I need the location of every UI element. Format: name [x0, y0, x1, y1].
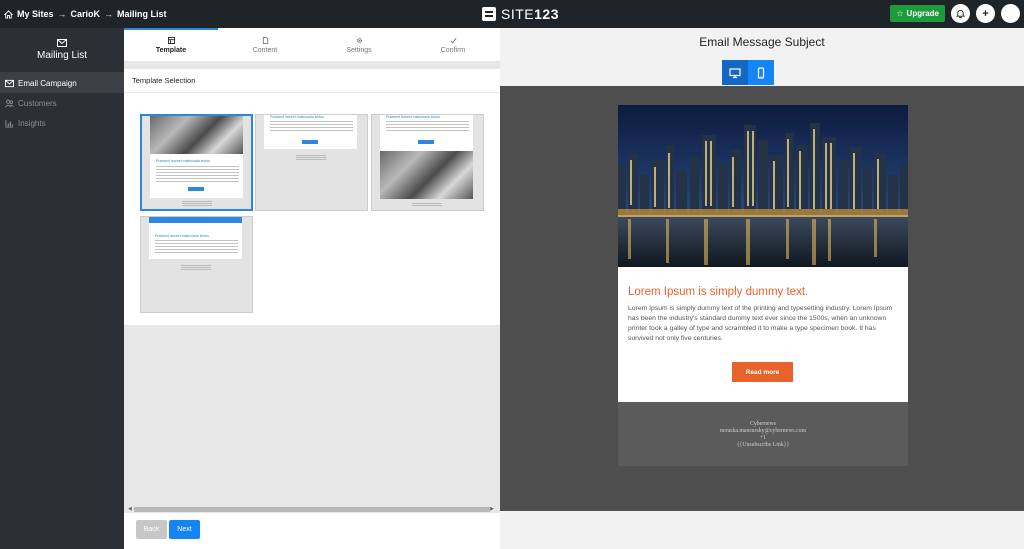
sidebar-item-label: Email Campaign — [18, 78, 77, 88]
scroll-left-icon[interactable]: ◀ — [128, 506, 132, 512]
unsubscribe-link[interactable]: {{Unsubscribe Link}} — [618, 442, 908, 449]
site123-logo: SITE 123 — [482, 6, 559, 22]
users-icon — [5, 99, 14, 107]
breadcrumb-separator-icon: → — [57, 9, 67, 19]
logo-icon — [482, 7, 496, 21]
template-button — [302, 140, 318, 144]
breadcrumb-current: Mailing List — [117, 9, 167, 19]
breadcrumb-my-sites[interactable]: My Sites — [17, 9, 54, 19]
template-thumbnail-3[interactable]: Praesent laoreet malesuada lectus. — [371, 114, 484, 211]
tab-label: Confirm — [440, 47, 466, 54]
template-thumbnail-1[interactable]: Praesent laoreet malesuada lectus. — [140, 114, 253, 211]
template-button — [188, 187, 204, 191]
template-heading: Praesent laoreet malesuada lectus. — [386, 115, 441, 119]
add-button[interactable]: + — [976, 4, 995, 23]
back-button[interactable]: Back — [136, 520, 167, 539]
sidebar-item-customers[interactable]: Customers — [0, 93, 124, 113]
notifications-button[interactable] — [951, 4, 970, 23]
template-thumbnail-4[interactable]: Praesent laoreet malesuada lectus. — [140, 216, 253, 313]
template-footer — [296, 155, 326, 161]
template-footer — [412, 203, 442, 207]
sidebar-title: Mailing List — [36, 50, 88, 61]
horizontal-scrollbar[interactable]: ◀ ▶ — [128, 506, 494, 513]
city-skyline-image — [618, 105, 908, 267]
template-heading: Praesent laoreet malesuada lectus. — [270, 115, 325, 119]
envelope-icon — [5, 79, 14, 87]
logo-text: SITE — [501, 6, 535, 22]
sidebar-item-label: Insights — [18, 118, 46, 128]
read-more-button[interactable]: Read more — [732, 362, 793, 382]
home-icon[interactable] — [4, 9, 13, 19]
plus-icon: + — [982, 7, 989, 20]
template-text-lines — [155, 240, 238, 255]
template-selection-card: Template Selection Praesent laoreet male… — [124, 69, 500, 325]
footer-email[interactable]: mouska.mansursky@cybernews.com — [618, 428, 908, 435]
sidebar-item-label: Customers — [18, 98, 57, 108]
email-subject: Email Message Subject — [699, 35, 825, 49]
mobile-icon — [757, 66, 765, 79]
tab-template[interactable]: Template — [124, 28, 218, 61]
sidebar-header: Mailing List — [0, 28, 124, 73]
sidebar-item-email-campaign[interactable]: Email Campaign — [0, 73, 124, 93]
breadcrumb-separator-icon: → — [104, 9, 114, 19]
tab-settings[interactable]: Settings — [312, 28, 406, 61]
scroll-right-icon[interactable]: ▶ — [490, 506, 494, 512]
template-text-lines — [270, 121, 353, 133]
sidebar-item-insights[interactable]: Insights — [0, 113, 124, 133]
template-heading: Praesent laoreet malesuada lectus. — [155, 234, 210, 238]
grid-icon — [167, 37, 175, 44]
wizard-tabs: Template Content Settings Confirm — [124, 28, 500, 61]
template-footer — [181, 265, 211, 271]
template-image — [380, 151, 473, 199]
next-button[interactable]: Next — [169, 520, 200, 539]
bell-icon — [956, 9, 965, 18]
email-preview-area: Lorem Ipsum is simply dummy text. Lorem … — [500, 86, 1024, 511]
tab-label: Settings — [346, 47, 372, 54]
breadcrumb: My Sites → CarioK → Mailing List — [0, 9, 167, 19]
document-icon — [262, 37, 268, 44]
template-footer — [182, 201, 212, 207]
star-icon: ☆ — [896, 9, 904, 18]
upgrade-button[interactable]: ☆ Upgrade — [890, 5, 945, 22]
chart-icon — [5, 119, 14, 128]
wizard-navigation: Back Next — [124, 513, 500, 549]
desktop-icon — [729, 67, 741, 78]
template-image — [150, 116, 243, 154]
mobile-view-button[interactable] — [748, 60, 774, 85]
scrollbar-thumb[interactable] — [134, 507, 490, 512]
hero-image — [618, 105, 908, 267]
gear-icon — [356, 37, 362, 44]
email-body-text: Lorem Ipsum is simply dummy text of the … — [628, 305, 893, 342]
preview-header: Email Message Subject — [500, 28, 1024, 86]
logo-number: 123 — [534, 6, 559, 22]
template-selection-title: Template Selection — [124, 69, 500, 93]
editor-panel: Template Content Settings Confirm Templa… — [124, 28, 500, 549]
email-preview: Lorem Ipsum is simply dummy text. Lorem … — [618, 105, 908, 466]
desktop-view-button[interactable] — [722, 60, 748, 85]
tab-label: Content — [252, 47, 278, 54]
top-actions: ☆ Upgrade + — [890, 4, 1020, 23]
template-thumbnail-2[interactable]: Praesent laoreet malesuada lectus. — [255, 114, 368, 211]
envelope-icon — [57, 39, 67, 47]
check-icon — [450, 38, 456, 44]
email-footer: Cybernews mouska.mansursky@cybernews.com… — [618, 402, 908, 466]
footer-phone: +1 — [759, 435, 767, 441]
template-button — [418, 140, 434, 144]
template-text-lines — [156, 166, 239, 184]
template-header-bar — [149, 217, 242, 223]
preview-bottom-area — [500, 511, 1024, 549]
top-bar: My Sites → CarioK → Mailing List SITE 123… — [0, 0, 1024, 28]
tab-label: Template — [155, 47, 187, 54]
avatar[interactable] — [1001, 4, 1020, 23]
tab-content[interactable]: Content — [218, 28, 312, 61]
template-heading: Praesent laoreet malesuada lectus. — [156, 159, 211, 163]
template-text-lines — [386, 121, 469, 133]
sidebar: Mailing List Email Campaign Customers In… — [0, 28, 124, 549]
breadcrumb-site[interactable]: CarioK — [71, 9, 101, 19]
email-headline: Lorem Ipsum is simply dummy text. — [628, 286, 809, 298]
upgrade-label: Upgrade — [906, 9, 939, 18]
footer-company: Cybernews — [749, 421, 777, 427]
tab-confirm[interactable]: Confirm — [406, 28, 500, 61]
device-toggle — [722, 60, 774, 85]
